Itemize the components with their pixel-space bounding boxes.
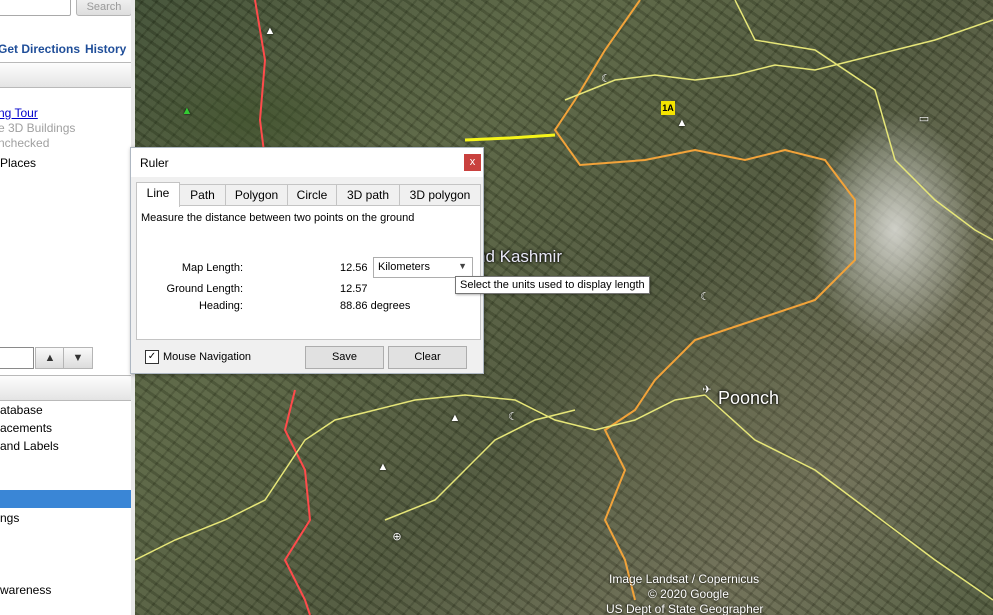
mouse-navigation-checkbox[interactable]: ✓ [145,350,159,364]
school-icon[interactable]: ▲ [448,411,462,425]
airport-icon[interactable]: ✈ [700,383,714,397]
ground-length-label: Ground Length: [166,283,243,295]
ruler-titlebar[interactable]: Ruler x [131,148,483,177]
places-panel-header[interactable] [0,62,133,88]
hotel-icon[interactable]: ▭ [917,112,931,126]
admin-line [704,394,993,601]
hospital-icon[interactable]: ⊕ [390,530,404,544]
place-marker-icon[interactable]: 1A [661,101,675,115]
ground-length-value: 12.57 [340,283,368,295]
units-tooltip: Select the units used to display length [455,276,650,294]
attribution-copyright: © 2020 Google [648,587,729,601]
tab-circle[interactable]: Circle [287,184,337,206]
tab-3d-path[interactable]: 3D path [336,184,400,206]
layers-panel-header[interactable] [0,375,133,401]
mouse-navigation-label[interactable]: Mouse Navigation [163,351,251,363]
move-down-button[interactable]: ▼ [63,347,93,369]
admin-line [734,0,993,241]
tab-line[interactable]: Line [136,182,180,207]
layer-item-ings[interactable]: ngs [0,511,19,525]
heading-value: 88.86 degrees [340,300,411,312]
close-button[interactable]: x [464,154,481,171]
tree-icon[interactable]: ▲ [180,104,194,118]
chevron-down-icon: ▼ [458,261,467,271]
admin-line [564,19,993,101]
search-input[interactable] [0,0,71,16]
save-button[interactable]: Save [305,346,384,369]
sidebar-item-3d-buildings[interactable]: e 3D Buildings [0,121,75,135]
school-icon[interactable]: ▲ [675,116,689,130]
mosque-icon[interactable]: ☾ [698,290,712,304]
city-label[interactable]: Poonch [718,388,779,409]
clear-button[interactable]: Clear [388,346,467,369]
tab-3d-polygon[interactable]: 3D polygon [399,184,481,206]
attribution-geographer: US Dept of State Geographer [606,602,764,615]
sidebar-item-tour[interactable]: ng Tour [0,106,38,120]
search-button[interactable]: Search [76,0,132,16]
yellow-road [464,133,556,142]
school-icon[interactable]: ▲ [263,24,277,38]
tab-polygon[interactable]: Polygon [225,184,288,206]
mosque-icon[interactable]: ☾ [506,410,520,424]
map-length-value: 12.56 [340,262,368,274]
admin-line [384,469,466,521]
unit-select[interactable]: Kilometers ▼ [373,257,473,278]
sidebar: Search Get Directions History ng Tour e … [0,0,135,615]
sidebar-item-unchecked[interactable]: nchecked [0,136,49,150]
layer-item-database[interactable]: atabase [0,403,43,417]
map-length-label: Map Length: [181,262,243,274]
attribution-image: Image Landsat / Copernicus [609,572,760,586]
tab-path[interactable]: Path [179,184,226,206]
navigation-input[interactable] [0,347,34,369]
school-icon[interactable]: ▲ [376,460,390,474]
layer-item-awareness[interactable]: wareness [0,583,51,597]
heading-label: Heading: [198,300,243,312]
mosque-icon[interactable]: ☾ [599,72,613,86]
unit-select-value: Kilometers [378,261,430,273]
layer-item-placements[interactable]: acements [0,421,52,435]
sidebar-item-places[interactable]: Places [0,156,36,170]
line-description: Measure the distance between two points … [141,212,415,224]
layer-item-labels[interactable]: and Labels [0,439,59,453]
ruler-dialog: Ruler x Line Path Polygon Circle 3D path… [130,147,484,374]
region-label: nd Kashmir [476,247,562,266]
get-directions-link[interactable]: Get Directions [0,42,80,56]
admin-line [464,409,576,471]
move-up-button[interactable]: ▲ [35,347,65,369]
history-link[interactable]: History [85,42,126,56]
dialog-title: Ruler [140,156,169,170]
line-tab-panel: Measure the distance between two points … [136,205,481,340]
layer-item-selected[interactable] [0,490,131,508]
